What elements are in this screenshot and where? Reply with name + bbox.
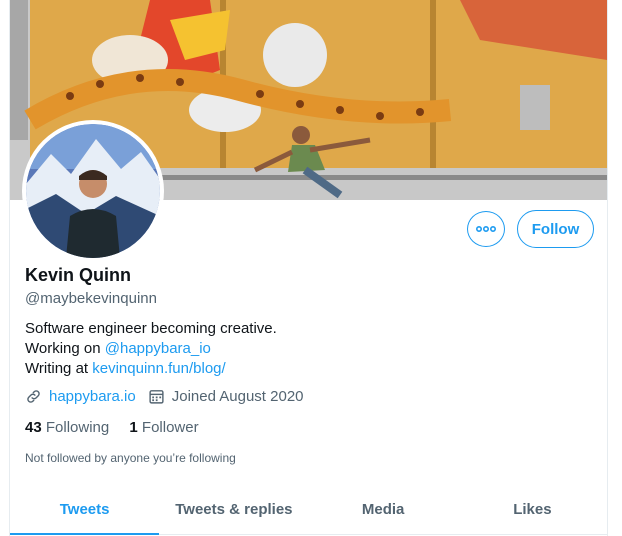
- profile-name: Kevin Quinn: [25, 265, 132, 285]
- following-link[interactable]: 43 Following: [25, 419, 109, 436]
- tab-tweets-replies[interactable]: Tweets & replies: [159, 484, 308, 534]
- followers-link[interactable]: 1 Follower: [129, 419, 198, 436]
- profile-bio: Software engineer becoming creative. Wor…: [25, 319, 277, 379]
- bio-text: Writing at: [25, 360, 93, 377]
- profile-card: Follow Kevin Quinn @maybekevinquinn Soft…: [9, 0, 608, 536]
- more-options-button[interactable]: [467, 211, 505, 247]
- tab-likes[interactable]: Likes: [458, 484, 607, 534]
- avatar-image: [26, 124, 160, 258]
- bio-line: Working on @happybara_io: [25, 339, 277, 359]
- website-item: happybara.io: [25, 388, 136, 405]
- more-horizontal-icon: [476, 226, 496, 232]
- profile-tabs: Tweets Tweets & replies Media Likes: [10, 484, 607, 535]
- website-link[interactable]: happybara.io: [49, 388, 136, 405]
- following-count: 43: [25, 419, 42, 436]
- joined-date: Joined August 2020: [171, 388, 304, 405]
- profile-stats: 43 Following 1 Follower: [25, 419, 215, 436]
- bio-line: Software engineer becoming creative.: [25, 320, 277, 337]
- bio-line: Writing at kevinquinn.fun/blog/: [25, 359, 277, 379]
- tab-media[interactable]: Media: [309, 484, 458, 534]
- following-label: Following: [45, 419, 110, 436]
- followers-label: Follower: [141, 419, 199, 436]
- joined-item: Joined August 2020: [148, 388, 304, 405]
- avatar[interactable]: [22, 120, 164, 262]
- not-followed-note: Not followed by anyone you’re following: [25, 451, 236, 465]
- bio-mention-link[interactable]: @happybara_io: [105, 340, 211, 357]
- follow-button[interactable]: Follow: [517, 210, 594, 248]
- profile-meta: happybara.io Joined August 2020: [25, 388, 316, 405]
- bio-blog-link[interactable]: kevinquinn.fun/blog/: [92, 360, 225, 377]
- followers-count: 1: [129, 419, 138, 436]
- calendar-icon: [148, 388, 165, 405]
- link-icon: [25, 388, 42, 405]
- profile-handle: @maybekevinquinn: [25, 290, 157, 307]
- tab-tweets[interactable]: Tweets: [10, 484, 160, 535]
- bio-text: Working on: [25, 340, 105, 357]
